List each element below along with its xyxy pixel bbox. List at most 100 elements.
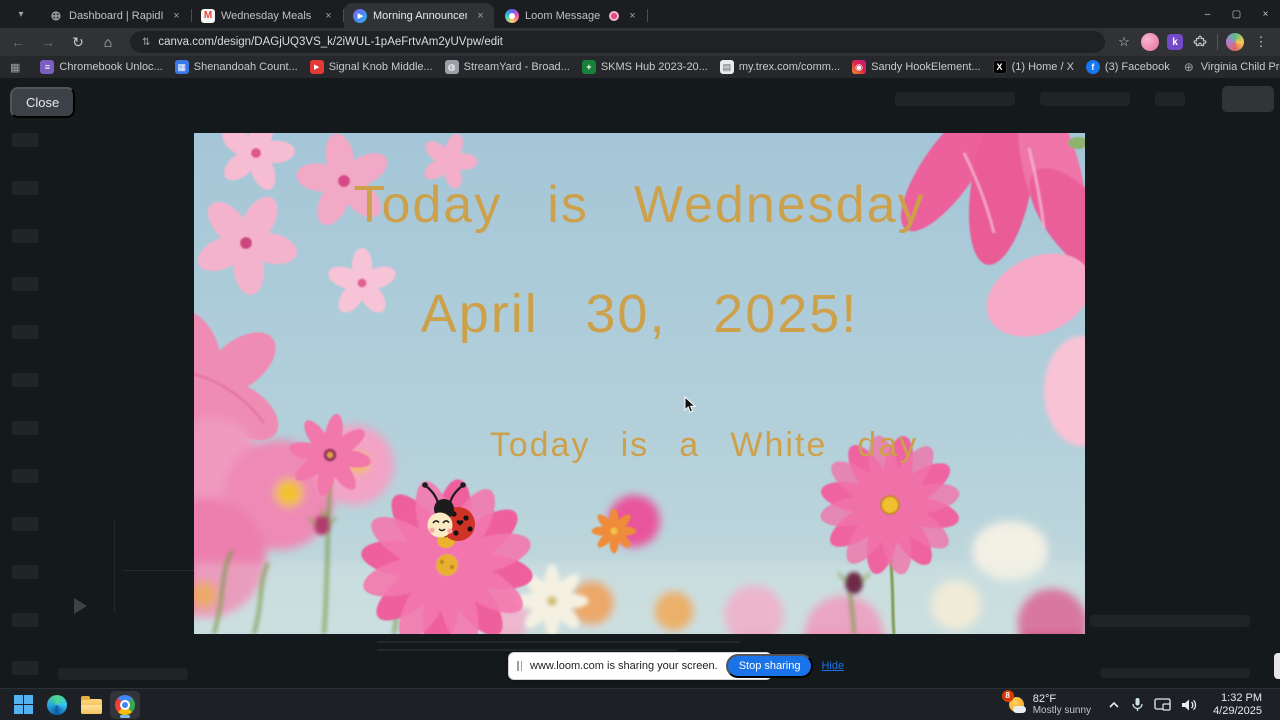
globe-favicon-icon: ⊕: [50, 7, 62, 23]
dimmed-play-icon: [74, 598, 87, 614]
weather-widget[interactable]: 8 82°F Mostly sunny: [999, 689, 1097, 719]
stop-sharing-button[interactable]: Stop sharing: [725, 654, 814, 678]
drag-handle-icon[interactable]: [517, 661, 522, 671]
tab-close-icon[interactable]: ×: [169, 8, 184, 23]
classroom-plus-icon: +: [581, 60, 596, 74]
dimmed-notes-button: [58, 668, 188, 680]
globe-icon: ⊕: [1183, 60, 1194, 74]
slide-text-date[interactable]: April 30, 2025!: [194, 283, 1085, 345]
loom-extension-icon[interactable]: [1141, 33, 1159, 51]
screen-share-banner: www.loom.com is sharing your screen. Sto…: [508, 652, 844, 680]
youtube-icon: ▶: [309, 60, 324, 74]
url-text[interactable]: canva.com/design/DAGjUQ3VS_k/2iWUL-1pAeF…: [158, 36, 503, 48]
taskbar-file-explorer-button[interactable]: [76, 691, 106, 719]
tab-loom-message[interactable]: Loom Message - 28 April 2 ×: [496, 3, 648, 28]
tab-close-icon[interactable]: ×: [625, 8, 640, 23]
canva-present-favicon-icon: ▶: [353, 8, 367, 23]
bookmark-sandy-hook-elementary[interactable]: ◉ Sandy HookElement...: [846, 58, 986, 76]
dimmed-toolbar-item: [1155, 92, 1185, 106]
hide-banner-link[interactable]: Hide: [821, 660, 844, 672]
clock-time: 1:32 PM: [1221, 691, 1262, 704]
bookmark-label: (3) Facebook: [1104, 61, 1170, 73]
window-close-button[interactable]: ×: [1251, 0, 1280, 28]
home-icon[interactable]: ⌂: [96, 30, 120, 54]
share-message: www.loom.com is sharing your screen.: [530, 660, 718, 672]
dimmed-toolbar-item: [895, 92, 1015, 106]
close-button[interactable]: Close: [10, 87, 76, 118]
tab-wednesday-meals[interactable]: M Wednesday Meals - jcjenkins@ ×: [192, 3, 344, 28]
bookmark-signal-knob-middle[interactable]: ▶ Signal Knob Middle...: [304, 58, 439, 76]
bookmark-label: StreamYard - Broad...: [463, 61, 570, 73]
bookmark-streamyard[interactable]: ◍ StreamYard - Broad...: [439, 58, 576, 76]
windows-logo-icon: [13, 695, 33, 714]
dimmed-guide-line: [114, 520, 115, 612]
bookmark-star-icon[interactable]: ☆: [1115, 33, 1133, 51]
bookmark-label: Sandy HookElement...: [871, 61, 981, 73]
site-settings-icon[interactable]: ⇅: [142, 37, 150, 48]
address-bar[interactable]: ⇅ canva.com/design/DAGjUQ3VS_k/2iWUL-1pA…: [130, 31, 1105, 53]
bookmark-label: Signal Knob Middle...: [328, 61, 433, 73]
apps-grid-icon[interactable]: ▦: [10, 61, 20, 74]
dimmed-notes-line: [377, 641, 740, 643]
microphone-icon[interactable]: [1131, 697, 1144, 712]
extensions-puzzle-icon[interactable]: [1191, 33, 1209, 51]
edge-notification-sliver[interactable]: [1274, 653, 1280, 679]
tab-dashboard-rapididentity[interactable]: ⊕ Dashboard | RapidIdentity ×: [40, 3, 192, 28]
chrome-icon: [115, 694, 135, 715]
file-explorer-icon: [80, 695, 102, 714]
chrome-menu-icon[interactable]: ⋮: [1252, 33, 1270, 51]
forward-icon[interactable]: →: [36, 30, 60, 54]
tab-title: Wednesday Meals - jcjenkins@: [221, 9, 315, 22]
bookmark-chromebook-unlock[interactable]: ≡ Chromebook Unloc...: [34, 58, 168, 76]
taskbar-clock[interactable]: 1:32 PM 4/29/2025: [1207, 690, 1268, 720]
weather-temp: 82°F: [1032, 692, 1057, 705]
tray-chevron-up-icon[interactable]: [1107, 698, 1121, 712]
grid-icon: ▦: [174, 60, 189, 74]
tab-title: Dashboard | RapidIdentity: [69, 9, 163, 22]
slide-text-day[interactable]: Today is Wednesday: [194, 175, 1085, 235]
notification-badge: 8: [1001, 689, 1014, 702]
tab-morning-announcement-slides[interactable]: ▶ Morning Announcement Slides ×: [344, 3, 494, 28]
slide-canvas[interactable]: Today is Wednesday April 30, 2025! Today…: [194, 133, 1085, 634]
taskbar-chrome-button[interactable]: [110, 690, 140, 719]
tab-close-icon[interactable]: ×: [321, 8, 336, 23]
reload-icon[interactable]: ↻: [66, 30, 90, 54]
back-icon[interactable]: ←: [6, 30, 30, 54]
cast-screen-icon[interactable]: [1154, 697, 1171, 712]
desktop: ▾ ⊕ Dashboard | RapidIdentity × M Wednes…: [0, 0, 1280, 720]
bookmarks-bar: ▦ ≡ Chromebook Unloc... ▦ Shenandoah Cou…: [0, 56, 1280, 78]
dimmed-status-item: [1090, 615, 1250, 627]
bookmark-label: Chromebook Unloc...: [59, 61, 163, 73]
dimmed-notes-line: [377, 649, 677, 651]
window-minimize-button[interactable]: –: [1193, 0, 1222, 28]
mouse-cursor: [684, 396, 697, 413]
tab-search-chevron-icon[interactable]: ▾: [8, 3, 34, 25]
slide-text-color-day[interactable]: Today is a White day: [364, 426, 1044, 465]
bookmark-x-home[interactable]: X (1) Home / X: [987, 58, 1080, 76]
recording-indicator-icon: [609, 10, 619, 21]
tab-title: Morning Announcement Slides: [373, 9, 467, 22]
profile-avatar[interactable]: [1226, 33, 1244, 51]
bookmark-shenandoah-county[interactable]: ▦ Shenandoah Count...: [169, 58, 304, 76]
taskbar-edge-button[interactable]: [42, 691, 72, 719]
start-button[interactable]: [8, 691, 38, 719]
bookmark-skms-hub[interactable]: + SKMS Hub 2023-20...: [576, 58, 714, 76]
dimmed-toolbar-item: [1040, 92, 1130, 106]
x-logo-icon: X: [992, 60, 1007, 74]
facebook-icon: f: [1085, 60, 1100, 74]
window-restore-button[interactable]: ▢: [1222, 0, 1251, 28]
bookmark-mytrex[interactable]: ▤ my.trex.com/comm...: [714, 58, 846, 76]
gmail-favicon-icon: M: [201, 8, 215, 23]
bookmark-facebook[interactable]: f (3) Facebook: [1080, 58, 1176, 76]
window-controls: – ▢ ×: [1193, 0, 1280, 28]
kami-extension-icon[interactable]: k: [1167, 34, 1183, 50]
speaker-icon[interactable]: [1181, 698, 1197, 712]
tab-title: Loom Message - 28 April 2: [525, 9, 603, 22]
browser-toolbar: ← → ↻ ⌂ ⇅ canva.com/design/DAGjUQ3VS_k/2…: [0, 28, 1280, 56]
streamyard-icon: ◍: [444, 60, 459, 74]
bookmark-virginia-child-protect[interactable]: ⊕ Virginia Child Prote...: [1176, 58, 1280, 76]
bookmark-label: my.trex.com/comm...: [738, 61, 841, 73]
dimmed-present-button: [1222, 86, 1274, 112]
browser-tab-strip: ▾ ⊕ Dashboard | RapidIdentity × M Wednes…: [0, 0, 1280, 28]
tab-close-icon[interactable]: ×: [473, 8, 488, 23]
